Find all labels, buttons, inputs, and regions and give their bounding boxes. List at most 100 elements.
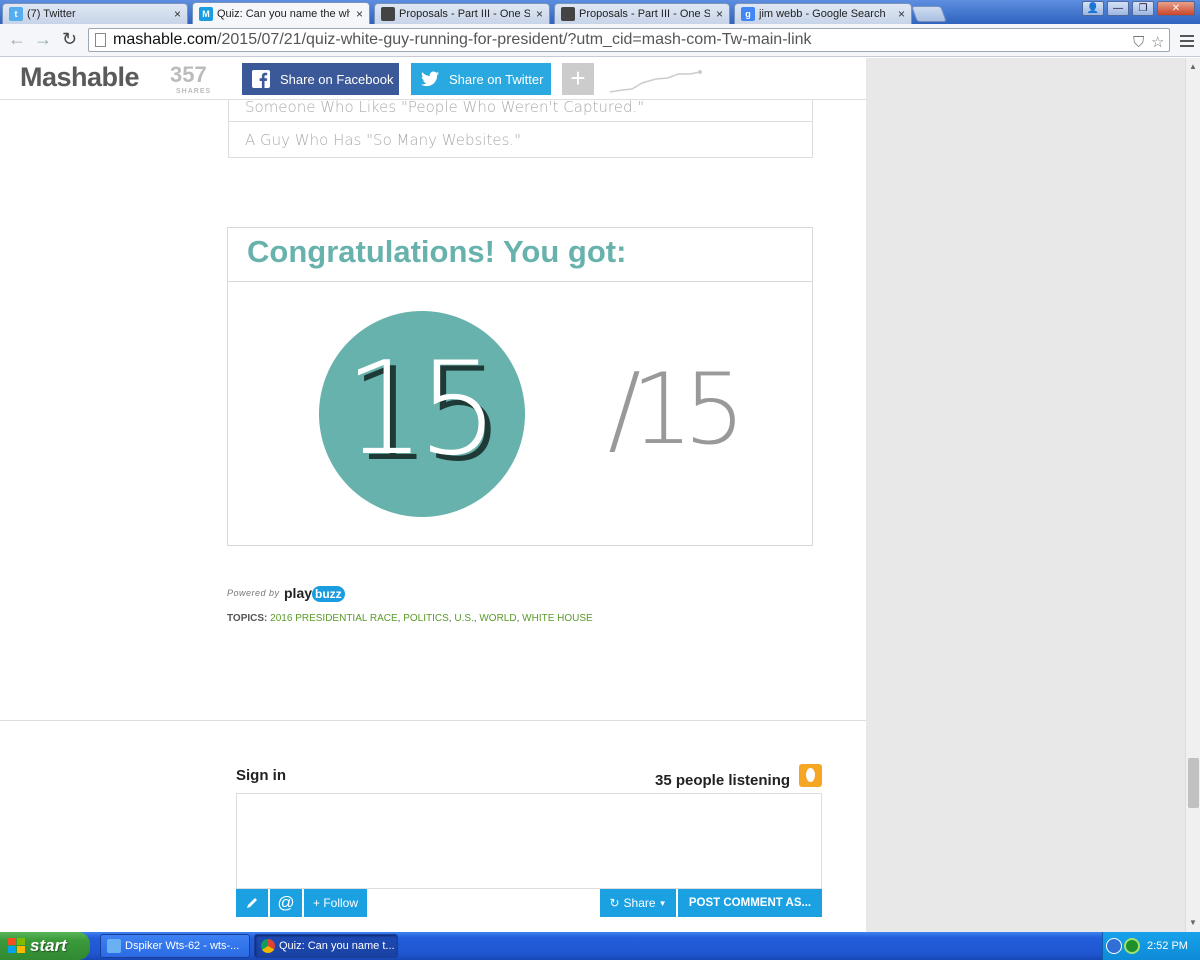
url-path: /2015/07/21/quiz-white-guy-running-for-p… xyxy=(217,31,812,48)
cube-icon xyxy=(381,7,395,21)
browser-tab-bar: t (7) Twitter × M Quiz: Can you name the… xyxy=(0,0,1200,24)
listening-count: 35 people listening xyxy=(655,772,791,789)
quiz-result-card: Congratulations! You got: 15 15 /15 xyxy=(227,227,813,546)
scroll-down-icon[interactable]: ▼ xyxy=(1189,918,1197,927)
tab-title: (7) Twitter xyxy=(27,8,76,20)
close-icon[interactable]: × xyxy=(356,7,363,21)
taskbar-clock: 2:52 PM xyxy=(1147,940,1188,952)
share-twitter-label: Share on Twitter xyxy=(449,71,544,87)
cube-icon xyxy=(561,7,575,21)
chrome-icon xyxy=(261,939,275,953)
facebook-icon xyxy=(252,70,270,88)
url-host: mashable.com xyxy=(113,31,218,48)
shield-icon[interactable]: ⛉ xyxy=(1133,32,1144,51)
forward-arrow-icon[interactable]: → xyxy=(34,29,52,50)
close-icon[interactable]: × xyxy=(898,7,905,21)
menu-icon[interactable] xyxy=(1180,32,1194,50)
remote-desktop-icon xyxy=(107,939,121,953)
mashable-logo[interactable]: Mashable xyxy=(20,62,140,93)
sign-in-link[interactable]: Sign in xyxy=(236,767,286,784)
restore-button[interactable]: ❐ xyxy=(1132,1,1154,16)
section-divider xyxy=(0,720,866,721)
playbuzz-play: play xyxy=(284,585,313,601)
chevron-down-icon: ▼ xyxy=(658,898,667,908)
follow-button[interactable]: + Follow xyxy=(304,889,367,917)
page-icon xyxy=(95,33,106,47)
topic-link[interactable]: WORLD xyxy=(479,613,516,624)
comment-input[interactable] xyxy=(236,793,822,889)
tab-google-search[interactable]: g jim webb - Google Search × xyxy=(734,3,912,24)
tray-expand-icon[interactable] xyxy=(1106,938,1122,954)
result-title: Congratulations! You got: xyxy=(228,228,812,282)
twitter-bird-icon: t xyxy=(9,7,23,21)
share-facebook-label: Share on Facebook xyxy=(280,71,394,87)
tab-title: Proposals - Part III - One Siz xyxy=(579,8,710,20)
edit-button[interactable] xyxy=(236,889,268,917)
post-comment-button[interactable]: POST COMMENT AS... xyxy=(678,889,822,917)
windows-taskbar: start Dspiker Wts-62 - wts-... Quiz: Can… xyxy=(0,932,1200,960)
mention-button[interactable]: @ xyxy=(270,889,302,917)
start-button[interactable]: start xyxy=(0,932,90,960)
playbuzz-buzz: buzz xyxy=(312,586,345,602)
tab-mashable-quiz[interactable]: M Quiz: Can you name the whi × xyxy=(192,2,370,24)
topic-link[interactable]: POLITICS xyxy=(403,613,449,624)
minimize-button[interactable]: — xyxy=(1107,1,1129,16)
tab-twitter[interactable]: t (7) Twitter × xyxy=(2,3,188,24)
scrollbar-thumb[interactable] xyxy=(1188,758,1199,808)
topics-list: TOPICS: 2016 PRESIDENTIAL RACE, POLITICS… xyxy=(227,613,593,624)
page-scrollbar[interactable]: ▲ ▼ xyxy=(1185,58,1200,932)
tab-proposals-2[interactable]: Proposals - Part III - One Siz × xyxy=(554,3,730,24)
scroll-up-icon[interactable]: ▲ xyxy=(1189,62,1197,71)
share-twitter-button[interactable]: Share on Twitter xyxy=(411,63,551,95)
close-icon[interactable]: × xyxy=(716,7,723,21)
playbuzz-logo[interactable]: play buzz xyxy=(284,585,345,602)
twitter-bird-icon xyxy=(421,70,439,88)
powered-by-label: Powered by xyxy=(227,588,280,598)
share-count: 357 xyxy=(170,62,207,87)
close-window-button[interactable]: ✕ xyxy=(1157,1,1195,16)
topic-link[interactable]: 2016 PRESIDENTIAL RACE xyxy=(270,613,397,624)
topic-link[interactable]: U.S. xyxy=(454,613,473,624)
share-icon: ↻ xyxy=(609,896,620,910)
reload-icon[interactable]: ↻ xyxy=(62,29,77,50)
windows-flag-icon xyxy=(8,938,25,953)
share-comment-button[interactable]: ↻ Share ▼ xyxy=(600,889,676,917)
close-icon[interactable]: × xyxy=(174,7,181,21)
pencil-icon xyxy=(247,898,257,908)
close-icon[interactable]: × xyxy=(536,7,543,21)
share-count-label: SHARES xyxy=(176,88,212,95)
more-share-button[interactable]: + xyxy=(562,63,594,95)
tray-app-icon[interactable] xyxy=(1124,938,1140,954)
livefyre-icon[interactable] xyxy=(799,764,822,787)
address-bar[interactable]: mashable.com/2015/07/21/quiz-white-guy-r… xyxy=(88,28,1170,52)
share-facebook-button[interactable]: Share on Facebook xyxy=(242,63,399,95)
share-velocity-sparkline xyxy=(609,70,702,93)
topics-label: TOPICS: xyxy=(227,613,268,624)
profile-icon[interactable]: 👤 xyxy=(1082,1,1104,16)
back-arrow-icon[interactable]: ← xyxy=(8,29,26,50)
google-icon: g xyxy=(741,7,755,21)
right-sidebar xyxy=(866,58,1185,932)
at-icon: @ xyxy=(277,893,295,912)
new-tab-button[interactable] xyxy=(911,6,947,22)
quiz-option[interactable]: A Guy Who Has "So Many Websites." xyxy=(228,121,813,158)
tab-title: Proposals - Part III - One Siz xyxy=(399,8,530,20)
browser-toolbar: ← → ↻ mashable.com/2015/07/21/quiz-white… xyxy=(0,24,1200,57)
bookmark-star-icon[interactable]: ☆ xyxy=(1151,32,1164,51)
taskbar-item-chrome[interactable]: Quiz: Can you name t... xyxy=(254,934,398,958)
tab-title: Quiz: Can you name the whi xyxy=(217,7,350,20)
score-graphic: 15 15 /15 xyxy=(319,311,746,517)
score-total: /15 xyxy=(608,353,736,467)
tab-proposals-1[interactable]: Proposals - Part III - One Siz × xyxy=(374,3,550,24)
site-header: Mashable 357 SHARES Share on Facebook Sh… xyxy=(0,58,866,100)
taskbar-item-dspiker[interactable]: Dspiker Wts-62 - wts-... xyxy=(100,934,250,958)
score-number: 15 xyxy=(344,335,491,484)
taskbar-item-label: Dspiker Wts-62 - wts-... xyxy=(125,940,240,952)
tab-title: jim webb - Google Search xyxy=(759,8,886,20)
page-viewport: Someone Who Likes "People Who Weren't Ca… xyxy=(0,58,1185,932)
mashable-icon: M xyxy=(199,6,213,21)
topic-link[interactable]: WHITE HOUSE xyxy=(522,613,593,624)
share-comment-label: Share xyxy=(623,896,656,910)
taskbar-item-label: Quiz: Can you name t... xyxy=(279,940,395,952)
start-label: start xyxy=(30,936,67,955)
